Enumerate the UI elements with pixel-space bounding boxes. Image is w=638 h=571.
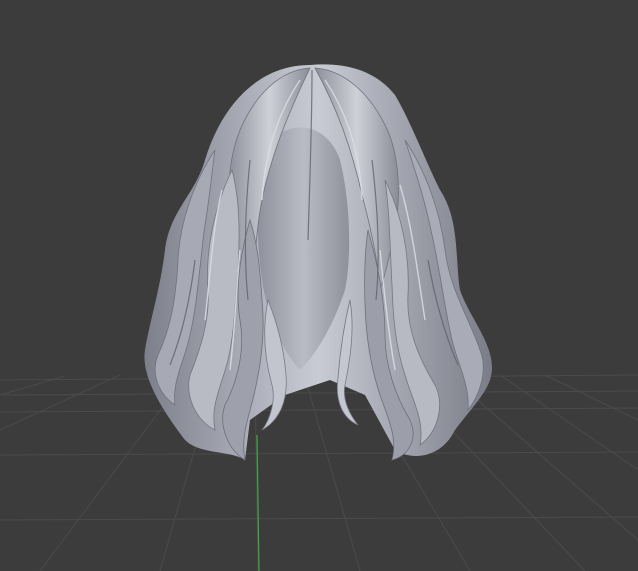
ground-grid (0, 374, 638, 571)
hair-model[interactable] (144, 64, 493, 461)
viewport-canvas[interactable] (0, 0, 638, 571)
3d-viewport[interactable] (0, 0, 638, 571)
